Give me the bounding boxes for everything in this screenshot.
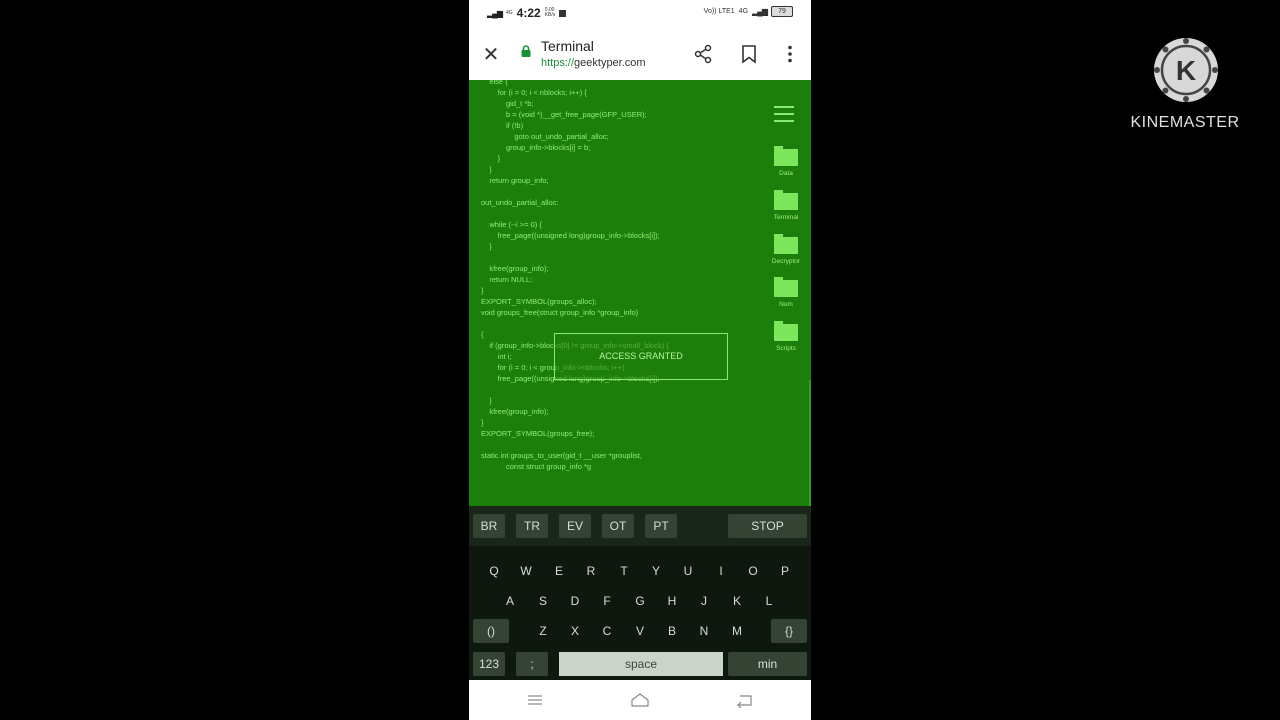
key-y[interactable]: Y <box>644 559 668 583</box>
key-o[interactable]: O <box>741 559 765 583</box>
notification-icon <box>559 9 567 17</box>
stop-button[interactable]: STOP <box>728 514 807 538</box>
key-w[interactable]: W <box>514 559 538 583</box>
kinemaster-name: KINEMASTER <box>1130 114 1240 131</box>
key-u[interactable]: U <box>676 559 700 583</box>
key-b[interactable]: B <box>660 619 684 643</box>
folder-label: Scripts <box>776 345 796 352</box>
key-p[interactable]: P <box>773 559 797 583</box>
status-bar: ▂▄▆ 4G 4:22 0.00 KB/s Vo)) LTE1 4G ▂▄▆ 7… <box>469 0 811 28</box>
bookmark-icon[interactable] <box>738 43 760 65</box>
browser-toolbar: ✕ Terminal https://geektyper.com <box>469 28 811 80</box>
folder-label: Data <box>779 170 793 177</box>
phone-screen: ▂▄▆ 4G 4:22 0.00 KB/s Vo)) LTE1 4G ▂▄▆ 7… <box>469 0 811 720</box>
signal-icon: ▂▄▆ <box>487 8 503 18</box>
key-s[interactable]: S <box>531 589 555 613</box>
key-t[interactable]: T <box>612 559 636 583</box>
folder-decryptor[interactable]: Decryptor <box>771 234 801 265</box>
hacker-keyboard: BR TR EV OT PT STOP Q W E R T Y U I O P … <box>469 506 811 680</box>
key-c[interactable]: C <box>595 619 619 643</box>
key-e[interactable]: E <box>547 559 571 583</box>
scrollbar[interactable] <box>809 380 811 506</box>
key-n[interactable]: N <box>692 619 716 643</box>
folder-num[interactable]: Num <box>771 277 801 308</box>
carrier-label: Vo)) LTE1 <box>703 8 735 15</box>
kinemaster-logo-letter: K <box>1176 55 1196 86</box>
clock: 4:22 <box>516 6 541 20</box>
folder-icon <box>774 277 798 297</box>
key-min[interactable]: min <box>728 652 807 676</box>
key-parentheses[interactable]: () <box>473 619 509 643</box>
folder-data[interactable]: Data <box>771 146 801 177</box>
key-ot[interactable]: OT <box>602 514 634 538</box>
key-d[interactable]: D <box>563 589 587 613</box>
folder-icon <box>774 234 798 254</box>
access-granted-box: ACCESS GRANTED <box>554 333 728 380</box>
lock-icon <box>521 45 531 57</box>
system-nav-bar <box>469 680 811 720</box>
menu-nav-icon[interactable] <box>525 692 545 708</box>
back-icon[interactable] <box>735 692 755 708</box>
signal-icon-right: ▂▄▆ <box>752 7 768 16</box>
kinemaster-watermark: K KINEMASTER <box>1120 36 1250 146</box>
more-options-icon[interactable] <box>779 43 801 65</box>
key-br[interactable]: BR <box>473 514 505 538</box>
keyboard-top-row: BR TR EV OT PT STOP <box>469 506 811 546</box>
folder-icon <box>774 321 798 341</box>
key-braces[interactable]: {} <box>771 619 807 643</box>
menu-icon[interactable] <box>774 106 794 122</box>
folder-label: Decryptor <box>771 258 801 265</box>
folder-label: Num <box>779 301 793 308</box>
network-speed: 0.00 KB/s <box>545 8 556 18</box>
key-j[interactable]: J <box>692 589 716 613</box>
home-icon[interactable] <box>630 692 650 708</box>
network-type-right: 4G <box>738 8 749 15</box>
network-speed-unit: KB/s <box>544 12 556 18</box>
terminal-code: else { for (i = 0; i < nblocks; i++) { g… <box>481 80 669 471</box>
key-semicolon[interactable]: ; <box>516 652 548 676</box>
key-l[interactable]: L <box>757 589 781 613</box>
page-title: Terminal <box>541 38 594 54</box>
key-tr[interactable]: TR <box>516 514 548 538</box>
access-granted-text: ACCESS GRANTED <box>599 351 683 361</box>
key-a[interactable]: A <box>498 589 522 613</box>
page-url[interactable]: https://geektyper.com <box>541 57 646 69</box>
folder-terminal[interactable]: Terminal <box>771 190 801 221</box>
key-g[interactable]: G <box>628 589 652 613</box>
folder-icon <box>774 146 798 166</box>
key-h[interactable]: H <box>660 589 684 613</box>
key-k[interactable]: K <box>725 589 749 613</box>
folder-label: Terminal <box>773 214 799 221</box>
key-m[interactable]: M <box>725 619 749 643</box>
share-icon[interactable] <box>692 43 714 65</box>
key-r[interactable]: R <box>579 559 603 583</box>
network-type-left: 4G <box>505 9 513 16</box>
space-bar[interactable]: space <box>559 652 723 676</box>
battery-icon: 79 <box>771 6 793 17</box>
key-f[interactable]: F <box>595 589 619 613</box>
key-q[interactable]: Q <box>482 559 506 583</box>
key-123[interactable]: 123 <box>473 652 505 676</box>
url-domain: geektyper.com <box>574 57 646 69</box>
url-protocol: https:// <box>541 57 575 69</box>
key-ev[interactable]: EV <box>559 514 591 538</box>
folder-icon <box>774 190 798 210</box>
key-pt[interactable]: PT <box>645 514 677 538</box>
key-z[interactable]: Z <box>531 619 555 643</box>
close-icon[interactable]: ✕ <box>481 42 501 67</box>
key-x[interactable]: X <box>563 619 587 643</box>
terminal-screen[interactable]: else { for (i = 0; i < nblocks; i++) { g… <box>469 80 811 506</box>
folder-scripts[interactable]: Scripts <box>771 321 801 352</box>
key-i[interactable]: I <box>709 559 733 583</box>
kinemaster-logo: K <box>1154 38 1218 102</box>
key-v[interactable]: V <box>628 619 652 643</box>
